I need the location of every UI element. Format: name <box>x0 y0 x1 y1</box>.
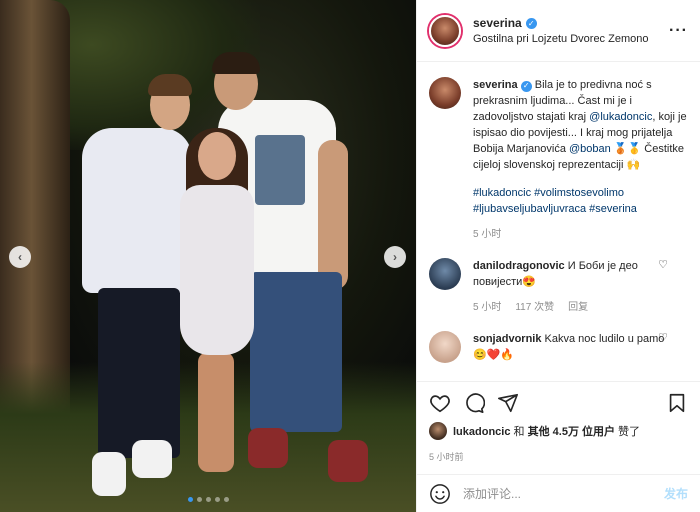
hashtag-link[interactable]: #lukadoncic #volimstosevolimo <box>473 187 624 199</box>
person-right-hair <box>212 52 260 74</box>
emoji-icon[interactable] <box>429 483 451 505</box>
person-left-shirt <box>82 128 192 293</box>
caption-text: severina ✓ Bila je to predivna noć s pre… <box>473 77 689 173</box>
comment-icon[interactable] <box>463 392 485 414</box>
hashtags: #lukadoncic #volimstosevolimo #ljubavsel… <box>473 185 689 217</box>
post-time: 5 小时前 <box>429 452 464 462</box>
add-comment-bar: 发布 <box>417 474 700 512</box>
chevron-right-icon: › <box>393 250 397 264</box>
comment-body: danilodragonovic И Боби је део повијести… <box>473 258 673 313</box>
carousel-dot <box>187 497 193 502</box>
comment-text: sonjadvornik Kakva noc ludilo u pamo😊❤️🔥 <box>473 331 673 363</box>
comment-text: danilodragonovic И Боби је део повијести… <box>473 258 673 290</box>
comment-heart-icon[interactable]: ♡ <box>658 331 668 344</box>
comment-body: sonjadvornik Kakva noc ludilo u pamo😊❤️🔥 <box>473 331 673 363</box>
person-right-shirt-print <box>255 135 305 205</box>
hashtag-link[interactable]: #ljubavseljubavljuvraca #severina <box>473 203 637 215</box>
carousel-prev-button[interactable]: ‹ <box>9 246 31 268</box>
comment-item: sonjadvornik Kakva noc ludilo u pamo😊❤️🔥… <box>429 331 688 363</box>
person-right-shoe <box>328 440 368 482</box>
post-sidebar: severina ✓ Gostilna pri Lojzetu Dvorec Z… <box>416 0 700 512</box>
caption-row: severina ✓ Bila je to predivna noć s pre… <box>429 77 688 240</box>
bookmark-icon[interactable] <box>666 392 688 414</box>
comments-section: severina ✓ Bila je to predivna noć s pre… <box>417 63 700 381</box>
comment-meta: 5 小时 117 次赞 回复 <box>473 298 673 313</box>
caption-meta: 5 小时 <box>473 225 689 240</box>
person-right-arm <box>318 140 348 290</box>
person-left-shoe <box>132 440 172 478</box>
liker-avatar[interactable] <box>429 422 447 440</box>
carousel-dot <box>196 497 202 502</box>
caption-container: severina ✓ Bila je to predivna noć s pre… <box>473 77 689 240</box>
caption-time: 5 小时 <box>473 229 502 240</box>
person-center-head <box>198 132 236 180</box>
post-header: severina ✓ Gostilna pri Lojzetu Dvorec Z… <box>417 0 700 62</box>
post-actions: lukadoncic 和 其他 4.5万 位用户 赞了 5 小时前 发布 <box>417 381 700 511</box>
carousel-next-button[interactable]: › <box>384 246 406 268</box>
person-right-pants <box>250 272 342 432</box>
likes-suffix: 赞了 <box>615 426 641 438</box>
heart-icon[interactable] <box>429 392 451 414</box>
action-icons <box>417 382 700 418</box>
likes-summary: lukadoncic 和 其他 4.5万 位用户 赞了 <box>417 418 700 444</box>
person-left-hair <box>148 74 192 96</box>
comment-item: danilodragonovic И Боби је део повијести… <box>429 258 688 313</box>
commenter-avatar[interactable] <box>429 331 461 363</box>
verified-badge-icon: ✓ <box>520 80 532 92</box>
carousel-dot <box>205 497 211 502</box>
caption-username[interactable]: severina <box>473 79 518 91</box>
post-location[interactable]: Gostilna pri Lojzetu Dvorec Zemono <box>473 33 648 45</box>
chevron-left-icon: ‹ <box>18 250 22 264</box>
caption-author-avatar[interactable] <box>429 77 461 109</box>
comment-likes[interactable]: 117 次赞 <box>515 298 554 313</box>
likes-count-link[interactable]: 其他 4.5万 位用户 <box>528 426 615 438</box>
person-center-legs <box>198 352 234 472</box>
person-center-dress <box>180 185 254 355</box>
share-icon[interactable] <box>497 392 519 414</box>
likes-connector: 和 <box>510 426 528 438</box>
commenter-avatar[interactable] <box>429 258 461 290</box>
comment-username[interactable]: danilodragonovic <box>473 260 565 272</box>
more-options-icon[interactable]: ··· <box>669 22 688 40</box>
post-comment-button[interactable]: 发布 <box>664 485 688 502</box>
comment-reply-button[interactable]: 回复 <box>568 298 588 313</box>
author-username[interactable]: severina <box>473 16 522 30</box>
post-photo[interactable]: ‹ › <box>0 0 416 512</box>
mention-link[interactable]: @boban <box>569 143 611 155</box>
comment-input[interactable] <box>463 486 652 501</box>
person-left-shoe <box>92 452 126 496</box>
verified-badge-icon: ✓ <box>525 17 537 29</box>
carousel-dots <box>0 497 416 502</box>
liker-username[interactable]: lukadoncic <box>453 426 510 438</box>
author-avatar[interactable] <box>429 14 461 47</box>
comment-username[interactable]: sonjadvornik <box>473 333 541 345</box>
comment-time: 5 小时 <box>473 302 502 313</box>
header-text: severina ✓ Gostilna pri Lojzetu Dvorec Z… <box>473 16 648 45</box>
carousel-dot <box>214 497 220 502</box>
mention-link[interactable]: @lukadoncic <box>589 111 652 123</box>
person-left-pants <box>98 288 180 458</box>
person-right-shoe <box>248 428 288 468</box>
likes-text: lukadoncic 和 其他 4.5万 位用户 赞了 <box>453 423 640 439</box>
carousel-dot <box>223 497 229 502</box>
comment-heart-icon[interactable]: ♡ <box>658 258 668 271</box>
